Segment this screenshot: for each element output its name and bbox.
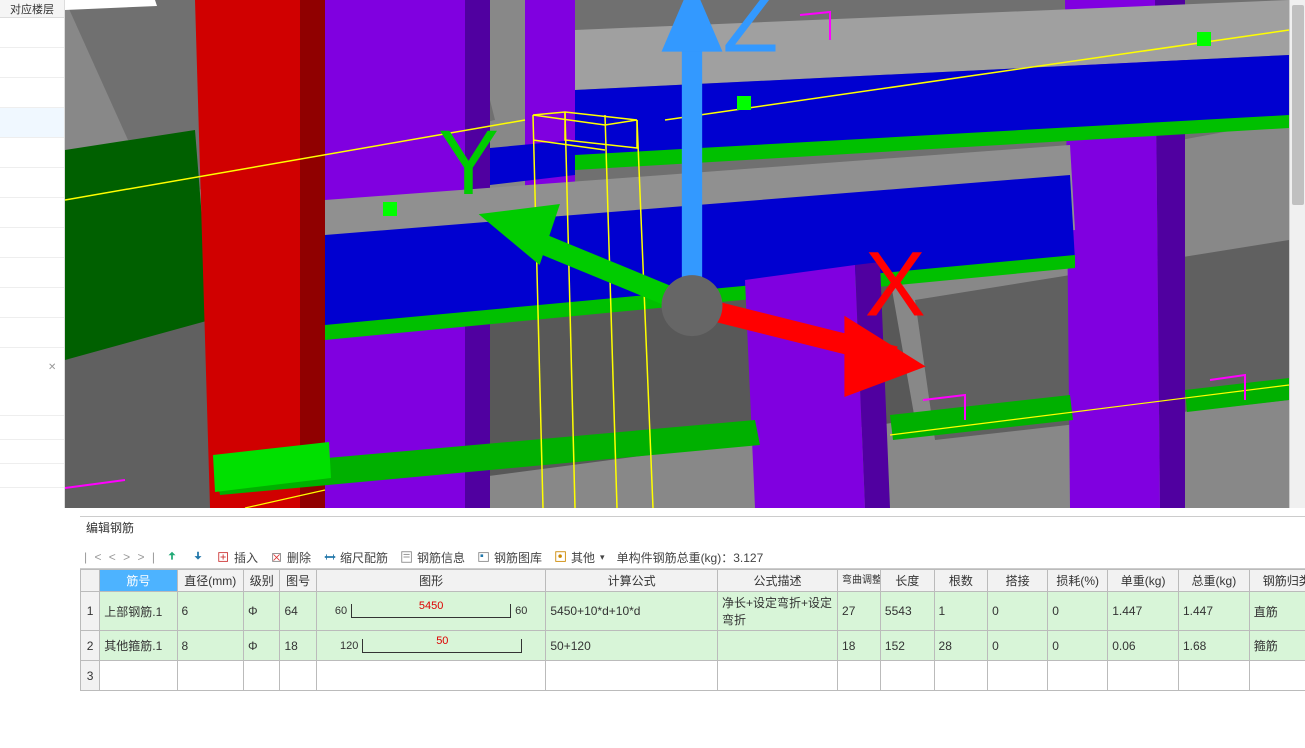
- cell-diameter[interactable]: 8: [177, 631, 243, 661]
- col-category[interactable]: 钢筋归类: [1249, 570, 1305, 592]
- cell-lap[interactable]: 0: [988, 592, 1048, 631]
- cell-loss[interactable]: 0: [1048, 631, 1108, 661]
- rebar-library-button[interactable]: 钢筋图库: [473, 548, 546, 567]
- cell-bend[interactable]: 27: [838, 592, 881, 631]
- floor-row[interactable]: [0, 288, 64, 318]
- col-loss[interactable]: 损耗(%): [1048, 570, 1108, 592]
- floor-row-selected[interactable]: [0, 108, 64, 138]
- row-number: 2: [81, 631, 100, 661]
- floor-row[interactable]: [0, 258, 64, 288]
- cell-diameter[interactable]: 6: [177, 592, 243, 631]
- cell-formula[interactable]: 50+120: [546, 631, 718, 661]
- col-count[interactable]: 根数: [934, 570, 988, 592]
- col-unit-weight[interactable]: 单重(kg): [1108, 570, 1179, 592]
- cell-name[interactable]: 其他箍筋.1: [100, 631, 177, 661]
- left-panel-secondary: [0, 392, 65, 507]
- viewport-scrollbar[interactable]: [1289, 0, 1305, 508]
- panel-row[interactable]: [0, 440, 64, 464]
- panel-row[interactable]: [0, 416, 64, 440]
- col-bend-adj[interactable]: 弯曲调整: [838, 570, 881, 592]
- row-number: 1: [81, 592, 100, 631]
- upload-button[interactable]: [161, 549, 183, 565]
- close-icon[interactable]: ✕: [48, 362, 60, 374]
- cell-grade[interactable]: Φ: [243, 592, 279, 631]
- floor-row[interactable]: [0, 228, 64, 258]
- rebar-grid[interactable]: 筋号 直径(mm) 级别 图号 图形 计算公式 公式描述 弯曲调整 长度 根数 …: [80, 568, 1305, 748]
- cell-count[interactable]: 1: [934, 592, 988, 631]
- floor-row[interactable]: [0, 168, 64, 198]
- floor-row[interactable]: [0, 18, 64, 48]
- rebar-info-button[interactable]: 钢筋信息: [396, 548, 469, 567]
- col-total-weight[interactable]: 总重(kg): [1179, 570, 1250, 592]
- panel-row[interactable]: [0, 464, 64, 488]
- grid-header-row: 筋号 直径(mm) 级别 图号 图形 计算公式 公式描述 弯曲调整 长度 根数 …: [81, 570, 1305, 592]
- row-number: 3: [81, 661, 100, 691]
- cell-bend[interactable]: 18: [838, 631, 881, 661]
- floor-row[interactable]: [0, 198, 64, 228]
- cell-length[interactable]: 5543: [880, 592, 934, 631]
- panel-title: 编辑钢筋: [80, 516, 1305, 536]
- col-shape[interactable]: 图形: [316, 570, 545, 592]
- floor-row[interactable]: [0, 318, 64, 348]
- chevron-down-icon: ▾: [600, 552, 605, 563]
- table-row[interactable]: 2其他箍筋.18Φ181205050+1201815228000.061.68箍…: [81, 631, 1305, 661]
- cell-lap[interactable]: 0: [988, 631, 1048, 661]
- 3d-viewport[interactable]: Z Y X: [65, 0, 1289, 508]
- col-lap[interactable]: 搭接: [988, 570, 1048, 592]
- insert-button[interactable]: 插入: [213, 548, 262, 567]
- panel-row[interactable]: [0, 392, 64, 416]
- col-rebar-no[interactable]: 筋号: [100, 570, 177, 592]
- floor-row[interactable]: [0, 48, 64, 78]
- cell-length[interactable]: 152: [880, 631, 934, 661]
- cell-totw[interactable]: 1.68: [1179, 631, 1250, 661]
- cell-unitw[interactable]: 0.06: [1108, 631, 1179, 661]
- col-formula-desc[interactable]: 公式描述: [717, 570, 837, 592]
- cell-category[interactable]: 直筋: [1249, 592, 1305, 631]
- download-button[interactable]: [187, 549, 209, 565]
- cell-desc[interactable]: 净长+设定弯折+设定弯折: [717, 592, 837, 631]
- scrollbar-thumb[interactable]: [1292, 5, 1304, 205]
- cell-category[interactable]: 箍筋: [1249, 631, 1305, 661]
- col-formula[interactable]: 计算公式: [546, 570, 718, 592]
- total-weight-label: 单构件钢筋总重(kg)：3.127: [617, 549, 764, 566]
- cell-fig[interactable]: 18: [280, 631, 316, 661]
- col-grade[interactable]: 级别: [243, 570, 279, 592]
- cell-desc[interactable]: [717, 631, 837, 661]
- cell-count[interactable]: 28: [934, 631, 988, 661]
- cell-shape[interactable]: 12050: [316, 631, 545, 661]
- col-rownum[interactable]: [81, 570, 100, 592]
- cell-fig[interactable]: 64: [280, 592, 316, 631]
- col-diameter[interactable]: 直径(mm): [177, 570, 243, 592]
- left-panel-rows: [0, 18, 64, 348]
- cell-shape[interactable]: 60545060: [316, 592, 545, 631]
- cell-formula[interactable]: 5450+10*d+10*d: [546, 592, 718, 631]
- delete-button[interactable]: 删除: [266, 548, 315, 567]
- nav-buttons[interactable]: | < < > > |: [84, 550, 157, 564]
- table-row-empty[interactable]: 3: [81, 661, 1305, 691]
- floor-row[interactable]: [0, 138, 64, 168]
- rebar-toolbar: | < < > > | 插入 删除 缩尺配筋 钢筋信息 钢筋图库 其他▾ 单构件…: [80, 546, 1305, 568]
- col-length[interactable]: 长度: [880, 570, 934, 592]
- cell-unitw[interactable]: 1.447: [1108, 592, 1179, 631]
- other-dropdown[interactable]: 其他▾: [550, 548, 609, 567]
- cell-loss[interactable]: 0: [1048, 592, 1108, 631]
- cell-totw[interactable]: 1.447: [1179, 592, 1250, 631]
- left-panel-header: 对应楼层: [0, 0, 64, 18]
- col-fig-no[interactable]: 图号: [280, 570, 316, 592]
- cell-grade[interactable]: Φ: [243, 631, 279, 661]
- scale-rebar-button[interactable]: 缩尺配筋: [319, 548, 392, 567]
- floor-row[interactable]: [0, 78, 64, 108]
- cell-name[interactable]: 上部钢筋.1: [100, 592, 177, 631]
- table-row[interactable]: 1上部钢筋.16Φ64605450605450+10*d+10*d净长+设定弯折…: [81, 592, 1305, 631]
